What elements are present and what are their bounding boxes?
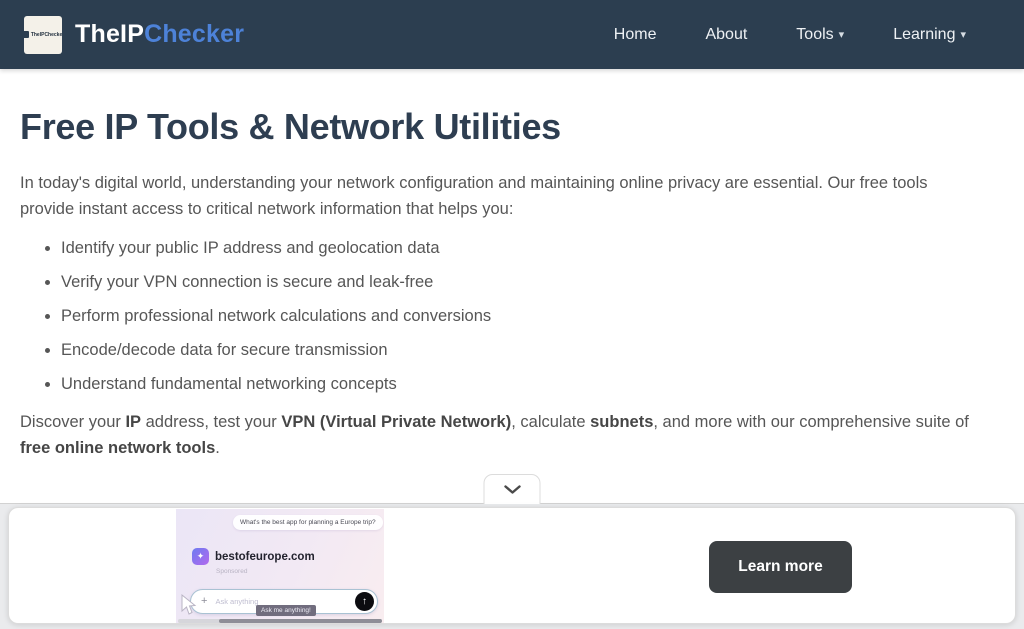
- outro-bold-ip: IP: [125, 413, 141, 431]
- ad-site-subtext: Sponsored: [216, 568, 247, 575]
- nav-item-about[interactable]: About: [705, 26, 747, 44]
- brand-suffix: Checker: [144, 20, 244, 48]
- nav-item-tools[interactable]: Tools ▾: [796, 26, 844, 44]
- nav-item-learning[interactable]: Learning ▾: [893, 26, 966, 44]
- caret-down-icon: ▾: [960, 28, 966, 41]
- hero-section: Free IP Tools & Network Utilities In tod…: [0, 106, 1024, 461]
- learn-more-button[interactable]: Learn more: [709, 541, 852, 593]
- outro-bold-vpn: VPN (Virtual Private Network): [281, 413, 511, 431]
- ad-scrollbar-thumb[interactable]: [219, 619, 382, 623]
- nav-links: Home About Tools ▾ Learning ▾: [614, 26, 1000, 44]
- arrow-up-icon: ↑: [362, 597, 367, 607]
- ad-scrollbar[interactable]: [178, 619, 382, 623]
- outro-text: address, test your: [141, 413, 281, 431]
- nav-item-learning-label: Learning: [893, 26, 955, 44]
- ad-tooltip: Ask me anything!: [256, 605, 316, 616]
- brand-title: TheIPChecker: [75, 20, 244, 49]
- intro-paragraph: In today's digital world, understanding …: [20, 170, 985, 222]
- caret-down-icon: ▾: [839, 28, 845, 41]
- list-item: Perform professional network calculation…: [61, 306, 1004, 327]
- list-item: Understand fundamental networking concep…: [61, 374, 1004, 395]
- outro-bold-subnets: subnets: [590, 413, 653, 431]
- ad-chat-bubble: What's the best app for planning a Europ…: [233, 515, 383, 530]
- ad-site-logo-icon: ✦: [192, 548, 209, 565]
- nav-item-about-label: About: [705, 26, 747, 44]
- chevron-down-icon: [503, 485, 521, 494]
- list-item: Verify your VPN connection is secure and…: [61, 272, 1004, 293]
- nav-item-tools-label: Tools: [796, 26, 833, 44]
- outro-bold-tools: free online network tools: [20, 439, 215, 457]
- brand-home-link[interactable]: TheIPChecker TheIPChecker: [24, 16, 244, 54]
- list-item: Encode/decode data for secure transmissi…: [61, 340, 1004, 361]
- nav-item-home[interactable]: Home: [614, 26, 657, 44]
- plus-icon: +: [201, 596, 207, 607]
- sparkle-icon: ✦: [197, 551, 205, 562]
- ad-input-placeholder: Ask anything: [215, 597, 258, 606]
- outro-text: , calculate: [511, 413, 590, 431]
- top-navbar: TheIPChecker TheIPChecker Home About Too…: [0, 0, 1024, 69]
- send-button[interactable]: ↑: [355, 592, 374, 611]
- logo-mini-text: TheIPChecker: [31, 32, 62, 38]
- benefits-list: Identify your public IP address and geol…: [20, 238, 1004, 395]
- ad-banner[interactable]: What's the best app for planning a Europ…: [8, 507, 1016, 624]
- cursor-pointer-icon: [179, 593, 197, 617]
- outro-paragraph: Discover your IP address, test your VPN …: [20, 409, 1000, 461]
- brand-prefix: TheIP: [75, 20, 144, 48]
- ad-site-name: bestofeurope.com: [215, 551, 315, 563]
- ad-anchor-bar: What's the best app for planning a Europ…: [0, 503, 1024, 629]
- outro-text: , and more with our comprehensive suite …: [653, 413, 969, 431]
- outro-text: .: [215, 439, 220, 457]
- list-item: Identify your public IP address and geol…: [61, 238, 1004, 259]
- page-title: Free IP Tools & Network Utilities: [20, 106, 1004, 148]
- logo-mark-icon: [24, 31, 29, 38]
- outro-text: Discover your: [20, 413, 125, 431]
- site-logo-image: TheIPChecker: [24, 16, 62, 54]
- nav-item-home-label: Home: [614, 26, 657, 44]
- ad-collapse-button[interactable]: [484, 474, 541, 504]
- ad-site-row: ✦ bestofeurope.com: [192, 548, 315, 565]
- ad-creative-image[interactable]: What's the best app for planning a Europ…: [176, 509, 384, 624]
